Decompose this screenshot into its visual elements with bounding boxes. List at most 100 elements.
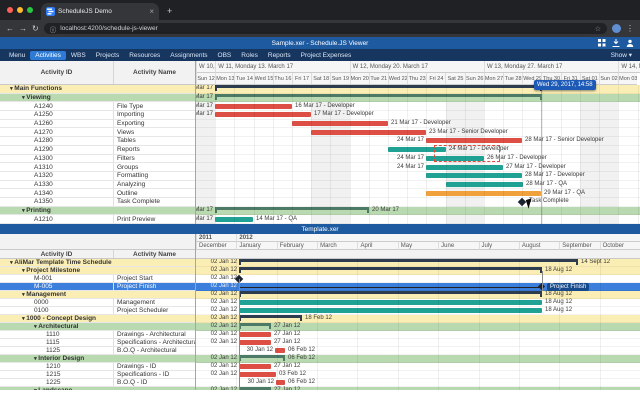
menu-item-activities[interactable]: Activities bbox=[30, 51, 66, 60]
activity-name: Project Scheduler bbox=[114, 307, 195, 314]
table-row[interactable]: A1250Importing bbox=[0, 111, 195, 120]
maximize-window-button[interactable] bbox=[27, 7, 33, 13]
summary-bar[interactable] bbox=[239, 387, 271, 390]
forward-button[interactable]: → bbox=[19, 20, 27, 37]
activity-name: Project Start bbox=[114, 275, 195, 282]
summary-bar[interactable] bbox=[239, 291, 542, 297]
gantt-bar[interactable] bbox=[426, 165, 503, 170]
gantt-bar[interactable] bbox=[426, 138, 522, 143]
table-row[interactable]: A1240File Type bbox=[0, 102, 195, 111]
table-row[interactable]: ▾ Viewing bbox=[0, 94, 195, 103]
menu-item-wbs[interactable]: WBS bbox=[66, 51, 91, 60]
summary-bar[interactable] bbox=[215, 85, 542, 91]
close-window-button[interactable] bbox=[7, 7, 13, 13]
table-row[interactable]: ▾ Architectural bbox=[0, 323, 195, 331]
table-row[interactable]: 1225B.O.Q - ID bbox=[0, 379, 195, 387]
menu-item-resources[interactable]: Resources bbox=[124, 51, 165, 60]
gantt-bar[interactable] bbox=[239, 372, 276, 377]
table-row[interactable]: A1260Exporting bbox=[0, 120, 195, 129]
menu-item-obs[interactable]: OBS bbox=[213, 51, 237, 60]
bar-finish-label: 27 Jan 12 bbox=[274, 387, 300, 390]
table-row[interactable]: ▾ Interior Design bbox=[0, 355, 195, 363]
table-row[interactable]: M-005Project Finish bbox=[0, 283, 195, 291]
address-bar[interactable]: ⓘ localhost:4200/schedule-js-viewer ☆ bbox=[44, 23, 607, 34]
month-header-cell: August bbox=[519, 242, 559, 250]
table-row[interactable]: A1350Task Complete bbox=[0, 198, 195, 207]
browser-tab[interactable]: ScheduleJS Demo × bbox=[41, 3, 159, 20]
summary-bar[interactable] bbox=[239, 323, 271, 329]
table-row[interactable]: ▾ AliMar Template Time Schedule bbox=[0, 259, 195, 267]
bookmark-icon[interactable]: ☆ bbox=[595, 25, 601, 33]
week-header-cell: W 13, Monday 27. March 17 bbox=[484, 61, 618, 73]
gantt-bar[interactable] bbox=[215, 217, 253, 222]
gantt-bar[interactable] bbox=[239, 364, 271, 369]
table-row[interactable]: 1215Specifications - ID bbox=[0, 371, 195, 379]
profile-avatar[interactable] bbox=[612, 24, 621, 33]
download-icon[interactable] bbox=[612, 39, 620, 47]
table-row[interactable]: A1310Groups bbox=[0, 163, 195, 172]
reload-button[interactable]: ↻ bbox=[32, 20, 39, 37]
show-menu[interactable]: Show ▾ bbox=[611, 51, 636, 59]
table-row[interactable]: 0100Project Scheduler bbox=[0, 307, 195, 315]
close-tab-icon[interactable]: × bbox=[149, 7, 154, 16]
gantt-bar[interactable] bbox=[275, 348, 285, 353]
menu-item-assignments[interactable]: Assignments bbox=[165, 51, 212, 60]
gantt-bar[interactable] bbox=[239, 332, 271, 337]
menu-item-roles[interactable]: Roles bbox=[236, 51, 263, 60]
gantt-bar[interactable] bbox=[215, 112, 311, 117]
grid-icon[interactable] bbox=[598, 39, 606, 47]
table-row[interactable]: M-001Project Start bbox=[0, 275, 195, 283]
table-row[interactable]: 1115Specifications - Architectural bbox=[0, 339, 195, 347]
summary-bar[interactable] bbox=[215, 94, 542, 100]
gantt-bar[interactable] bbox=[426, 191, 541, 196]
table-row[interactable]: ▾ Printing bbox=[0, 207, 195, 216]
summary-bar[interactable] bbox=[239, 315, 302, 321]
gantt-bar[interactable] bbox=[239, 340, 271, 345]
table-row[interactable]: A1320Formatting bbox=[0, 172, 195, 181]
table-row[interactable]: ▾ Main Functions bbox=[0, 85, 195, 94]
table-row[interactable]: A1340Outline bbox=[0, 189, 195, 198]
constraint-line bbox=[239, 287, 542, 288]
gantt-bar[interactable] bbox=[276, 380, 285, 385]
menu-item-menu[interactable]: Menu bbox=[4, 51, 30, 60]
table-row[interactable]: 1210Drawings - ID bbox=[0, 363, 195, 371]
menu-item-projects[interactable]: Projects bbox=[91, 51, 124, 60]
minimize-window-button[interactable] bbox=[17, 7, 23, 13]
summary-bar[interactable] bbox=[239, 259, 578, 265]
browser-menu-icon[interactable]: ⋮ bbox=[626, 24, 634, 33]
activity-id: A1320 bbox=[0, 172, 114, 180]
table-row[interactable]: ▾ Project Milestone bbox=[0, 267, 195, 275]
site-info-icon[interactable]: ⓘ bbox=[50, 24, 57, 34]
new-tab-button[interactable]: + bbox=[167, 3, 172, 20]
table-row[interactable]: ▾ Management bbox=[0, 291, 195, 299]
table-row[interactable]: A1300Filters bbox=[0, 155, 195, 164]
milestone-diamond[interactable] bbox=[518, 198, 526, 206]
gantt-bar[interactable] bbox=[292, 121, 388, 126]
summary-bar[interactable] bbox=[215, 207, 369, 213]
day-header-cell: Mon 27 bbox=[484, 73, 503, 85]
table-row[interactable]: A1330Analyzing bbox=[0, 181, 195, 190]
user-icon[interactable] bbox=[626, 39, 634, 47]
table-row[interactable]: A1270Views bbox=[0, 128, 195, 137]
gantt-bar[interactable] bbox=[311, 130, 426, 135]
relation-line-vertical bbox=[542, 271, 543, 291]
gantt-bar[interactable] bbox=[239, 308, 542, 313]
gantt-bar[interactable] bbox=[446, 182, 523, 187]
table-row[interactable]: 1125B.O.Q - Architectural bbox=[0, 347, 195, 355]
gantt-bar[interactable] bbox=[215, 104, 292, 109]
table-row[interactable]: 0000Management bbox=[0, 299, 195, 307]
gantt-bar[interactable] bbox=[239, 300, 542, 305]
summary-bar[interactable] bbox=[239, 267, 542, 273]
bar-start-label: 13 Mar 17 bbox=[196, 111, 213, 118]
back-button[interactable]: ← bbox=[6, 20, 14, 37]
table-row[interactable]: A1280Tables bbox=[0, 137, 195, 146]
menu-item-reports[interactable]: Reports bbox=[263, 51, 296, 60]
table-row[interactable]: ▾ 1000 - Concept Design bbox=[0, 315, 195, 323]
menu-item-project-expenses[interactable]: Project Expenses bbox=[296, 51, 357, 60]
table-row[interactable]: A1210Print Preview bbox=[0, 215, 195, 224]
table-row[interactable]: ▾ Landscape bbox=[0, 387, 195, 390]
summary-bar[interactable] bbox=[239, 355, 285, 361]
table-row[interactable]: 1110Drawings - Architectural bbox=[0, 331, 195, 339]
table-row[interactable]: A1290Reports bbox=[0, 146, 195, 155]
gantt-bar[interactable] bbox=[426, 173, 522, 178]
